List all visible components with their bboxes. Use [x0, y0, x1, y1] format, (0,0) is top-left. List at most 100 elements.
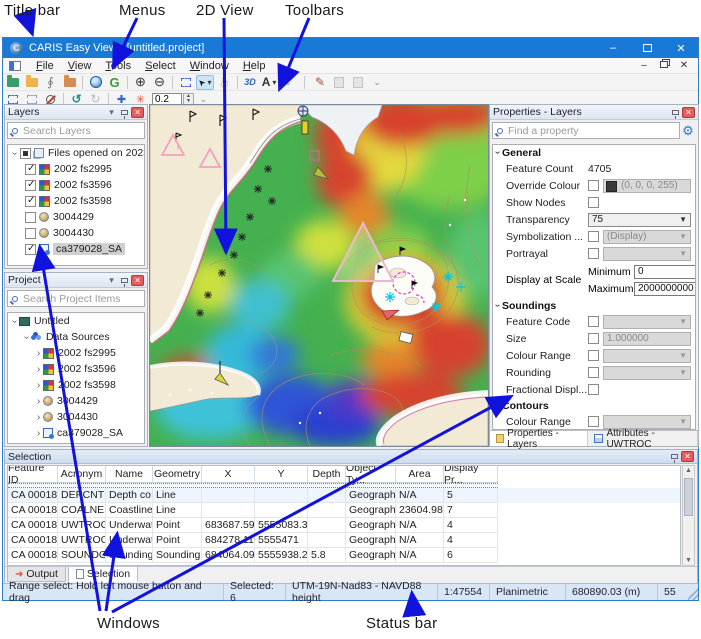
override-colour-checkbox[interactable] — [588, 180, 599, 191]
portrayal-checkbox[interactable] — [588, 248, 599, 259]
symbolization-select[interactable]: (Display)▼ — [603, 230, 691, 244]
layer-item[interactable]: 2002 fs2995 — [8, 161, 144, 177]
maximize-button[interactable] — [630, 38, 664, 58]
edit-tool-button[interactable]: ✎ — [312, 75, 329, 90]
project-pin-button[interactable] — [118, 274, 131, 286]
copy-disabled-button[interactable] — [331, 75, 348, 90]
colour-field[interactable]: (0, 0, 0, 255) — [603, 179, 691, 193]
menu-select[interactable]: Select — [138, 59, 183, 73]
layers-search-input[interactable] — [23, 125, 144, 137]
table-row[interactable]: CA 00018...UWTROCUnderwat...Point684278.… — [8, 533, 680, 548]
google-earth-button[interactable]: G — [106, 75, 123, 90]
expander-icon[interactable]: › — [34, 364, 43, 375]
menu-help[interactable]: Help — [236, 59, 273, 73]
minimize-button[interactable]: – — [596, 38, 630, 58]
table-row[interactable]: CA 00018...COALNECoastlineLineGeographic… — [8, 503, 680, 518]
column-header[interactable]: Display Pr... — [444, 466, 498, 483]
attach-button[interactable]: ∮ — [42, 75, 59, 90]
project-item[interactable]: ›ca379028_SA — [8, 425, 144, 441]
zoom-area-button[interactable] — [177, 75, 194, 90]
size-checkbox[interactable] — [588, 333, 599, 344]
project-item[interactable]: ›3004430 — [8, 409, 144, 425]
selection-close-button[interactable]: ✕ — [681, 451, 694, 462]
portrayal-select[interactable]: ▼ — [603, 247, 691, 261]
column-header[interactable]: Y — [255, 466, 308, 483]
layer-item[interactable]: 2002 fs3596 — [8, 177, 144, 193]
layer-item[interactable]: 2002 fs3598 — [8, 193, 144, 209]
section-soundings[interactable]: ›Soundings — [493, 298, 695, 313]
column-header[interactable]: Name — [106, 466, 153, 483]
toolbar2-overflow-button[interactable]: ⌄ — [369, 75, 386, 90]
column-header[interactable]: Geometry — [153, 466, 202, 483]
status-crs[interactable]: UTM-19N-Nad83 - NAVD88 height — [286, 584, 438, 600]
zoom-out-button[interactable]: ⊖ — [151, 75, 168, 90]
resize-grip[interactable] — [688, 584, 698, 600]
expander-icon[interactable]: › — [34, 428, 43, 439]
properties-pin-button[interactable] — [669, 106, 682, 118]
column-header[interactable]: Object Ty... — [346, 466, 396, 483]
show-nodes-checkbox[interactable] — [588, 197, 599, 208]
gear-icon[interactable]: ⚙ — [680, 123, 696, 138]
open-background-map-button[interactable] — [87, 75, 104, 90]
open-data-button[interactable] — [4, 75, 21, 90]
feature-code-checkbox[interactable] — [588, 316, 599, 327]
layer-checkbox[interactable] — [25, 164, 36, 175]
menu-tools[interactable]: Tools — [98, 59, 138, 73]
column-header[interactable]: Feature ID — [8, 466, 58, 483]
symbolization-checkbox[interactable] — [588, 231, 599, 242]
project-item[interactable]: ›2002 fs2995 — [8, 345, 144, 361]
selection-pin-button[interactable] — [668, 451, 681, 463]
section-contours[interactable]: ›Contours — [493, 398, 695, 413]
status-scale[interactable]: 1:47554 — [438, 584, 490, 600]
layer-checkbox[interactable] — [25, 228, 36, 239]
project-root-item[interactable]: ›Untitled — [8, 313, 144, 329]
paste-disabled-button[interactable] — [350, 75, 367, 90]
expander-icon[interactable]: › — [9, 149, 20, 158]
rounding-checkbox[interactable] — [588, 367, 599, 378]
minimum-input[interactable] — [634, 265, 696, 279]
project-search-input[interactable] — [23, 293, 144, 305]
column-header[interactable]: Depth — [308, 466, 346, 483]
3d-view-button[interactable]: 3D — [242, 75, 259, 90]
map-2d-view[interactable] — [149, 104, 489, 447]
expander-icon[interactable]: › — [34, 396, 43, 407]
column-header[interactable]: Area — [396, 466, 444, 483]
maximum-input[interactable] — [634, 282, 696, 296]
status-mode[interactable]: Planimetric — [490, 584, 566, 600]
menu-view[interactable]: View — [61, 59, 99, 73]
table-row[interactable]: CA 00018...SOUNDGSoundingSounding684064.… — [8, 548, 680, 563]
section-general[interactable]: ›General — [493, 145, 695, 160]
expander-icon[interactable]: › — [9, 317, 20, 326]
menu-file[interactable]: File — [29, 59, 61, 73]
project-close-button[interactable]: ✕ — [131, 275, 144, 286]
layer-checkbox[interactable] — [25, 244, 36, 255]
selection-scrollbar[interactable]: ▲ ▼ — [682, 465, 695, 566]
rounding-select[interactable]: ▼ — [603, 366, 691, 380]
layer-item[interactable]: 3004429 — [8, 209, 144, 225]
pan-button[interactable]: ☞ — [216, 75, 233, 90]
tab-properties-layers[interactable]: Properties - Layers — [490, 431, 588, 446]
project-menu-button[interactable]: ▾ — [105, 274, 118, 286]
layer-checkbox[interactable] — [25, 196, 36, 207]
root-checkbox[interactable] — [20, 148, 31, 159]
size-field[interactable]: 1.000000 — [603, 332, 691, 346]
layers-close-button[interactable]: ✕ — [131, 107, 144, 118]
doc-restore-button[interactable] — [654, 60, 674, 71]
layer-checkbox[interactable] — [25, 180, 36, 191]
project-item[interactable]: ›2002 fs3596 — [8, 361, 144, 377]
tab-attributes-uwtroc[interactable]: Attributes - UWTROC — [588, 431, 698, 446]
table-row[interactable]: CA 00018...DEPCNTDepth co...LineGeograph… — [8, 488, 680, 503]
layers-menu-button[interactable]: ▾ — [105, 106, 118, 118]
column-header[interactable]: X — [202, 466, 255, 483]
expander-icon[interactable]: › — [34, 380, 43, 391]
layers-pin-button[interactable] — [118, 106, 131, 118]
layer-checkbox[interactable] — [25, 212, 36, 223]
fractional-checkbox[interactable] — [588, 384, 599, 395]
contours-colour-range-checkbox[interactable] — [588, 416, 599, 427]
layer-item[interactable]: ca379028_SA — [8, 241, 144, 257]
toolbar-overflow-button[interactable]: ⌄ — [280, 75, 297, 90]
menu-window[interactable]: Window — [183, 59, 236, 73]
feature-code-select[interactable]: ▼ — [603, 315, 691, 329]
colour-range-select[interactable]: ▼ — [603, 349, 691, 363]
project-item[interactable]: ›2002 fs3598 — [8, 377, 144, 393]
